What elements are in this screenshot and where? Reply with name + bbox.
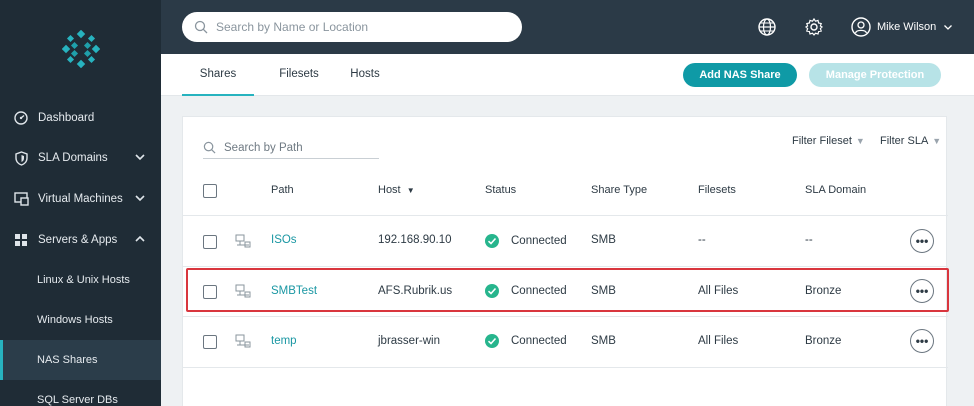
row-share-type: SMB: [591, 335, 616, 347]
sidebar-item-label: Windows Hosts: [37, 314, 113, 326]
globe-icon[interactable]: [757, 17, 777, 37]
row-divider: [183, 367, 948, 368]
path-search[interactable]: [203, 137, 379, 159]
nas-share-icon: [235, 334, 251, 348]
tab-bar: Shares Filesets Hosts Add NAS Share Mana…: [161, 54, 974, 96]
sidebar-item-servers-apps[interactable]: Servers & Apps: [0, 220, 161, 260]
sidebar-item-label: Virtual Machines: [38, 193, 123, 205]
row-more-actions-button[interactable]: •••: [910, 229, 934, 253]
select-all-checkbox[interactable]: [203, 184, 217, 198]
row-filesets: --: [698, 234, 706, 246]
rubrik-logo[interactable]: [62, 30, 100, 68]
avatar: [851, 17, 871, 37]
row-more-actions-button[interactable]: •••: [910, 279, 934, 303]
nas-share-icon: [235, 284, 251, 298]
sidebar-item-label: NAS Shares: [37, 354, 98, 366]
row-status: Connected: [511, 235, 567, 247]
search-icon: [194, 20, 208, 34]
row-path-link[interactable]: SMBTest: [271, 285, 317, 297]
sort-desc-icon: ▼: [406, 186, 415, 195]
sidebar-item-label: Servers & Apps: [38, 234, 118, 246]
column-header-sla-domain[interactable]: SLA Domain: [805, 184, 866, 196]
sidebar-item-dashboard[interactable]: Dashboard: [0, 98, 161, 138]
sidebar-item-virtual-machines[interactable]: Virtual Machines: [0, 179, 161, 219]
connected-status-icon: [485, 234, 499, 248]
tab-filesets[interactable]: Filesets: [264, 54, 334, 96]
search-icon: [203, 141, 216, 154]
connected-status-icon: [485, 284, 499, 298]
shares-table-card: Filter Fileset▼ Filter SLA▼ Path Host ▼ …: [182, 116, 948, 406]
row-share-type: SMB: [591, 285, 616, 297]
gear-icon[interactable]: [804, 17, 824, 37]
tab-hosts[interactable]: Hosts: [338, 54, 392, 96]
column-header-filesets[interactable]: Filesets: [698, 184, 736, 196]
chevron-down-icon[interactable]: [133, 191, 147, 205]
search-input[interactable]: [216, 20, 496, 34]
caret-down-icon: ▼: [932, 136, 942, 146]
sidebar-item-label: Dashboard: [38, 112, 95, 124]
row-status: Connected: [511, 285, 567, 297]
top-bar: Mike Wilson: [161, 0, 974, 54]
row-sla-domain: Bronze: [805, 335, 842, 347]
user-menu[interactable]: Mike Wilson: [851, 15, 954, 39]
row-more-actions-button[interactable]: •••: [910, 329, 934, 353]
row-checkbox[interactable]: [203, 335, 217, 349]
row-host: 192.168.90.10: [378, 234, 452, 246]
row-host: AFS.Rubrik.us: [378, 285, 453, 297]
global-search[interactable]: [182, 12, 522, 42]
column-header-host[interactable]: Host ▼: [378, 184, 415, 196]
sidebar-item-label: SQL Server DBs: [37, 394, 118, 406]
connected-status-icon: [485, 334, 499, 348]
sidebar-item-linux-unix-hosts[interactable]: Linux & Unix Hosts: [0, 260, 161, 300]
sidebar-item-nas-shares[interactable]: NAS Shares: [0, 340, 161, 380]
user-name: Mike Wilson: [877, 21, 937, 33]
virtual-machine-icon: [13, 191, 29, 207]
row-filesets: All Files: [698, 335, 739, 347]
add-nas-share-button[interactable]: Add NAS Share: [683, 63, 797, 87]
chevron-down-icon[interactable]: [133, 150, 147, 164]
filter-fileset-dropdown[interactable]: Filter Fileset ▼: [792, 135, 865, 147]
servers-icon: [13, 232, 29, 248]
chevron-up-icon[interactable]: [133, 232, 147, 246]
row-share-type: SMB: [591, 234, 616, 246]
sidebar: Dashboard SLA Domains Virtual Machines S…: [0, 0, 161, 406]
row-path-link[interactable]: temp: [271, 335, 297, 347]
column-header-host-label: Host: [378, 184, 401, 196]
filter-fileset-label: Filter Fileset: [792, 135, 852, 147]
column-header-path[interactable]: Path: [271, 184, 294, 196]
manage-protection-button[interactable]: Manage Protection: [809, 63, 941, 87]
caret-down-icon: ▼: [855, 136, 865, 146]
row-path-link[interactable]: ISOs: [271, 234, 297, 246]
path-search-input[interactable]: [224, 141, 374, 154]
tab-shares[interactable]: Shares: [182, 54, 254, 96]
sidebar-item-sla-domains[interactable]: SLA Domains: [0, 138, 161, 178]
table-row: temp jbrasser-win Connected SMB All File…: [183, 317, 948, 367]
column-header-status[interactable]: Status: [485, 184, 516, 196]
chevron-down-icon: [944, 25, 953, 30]
table-row: ISOs 192.168.90.10 Connected SMB -- -- •…: [183, 216, 948, 266]
column-header-share-type[interactable]: Share Type: [591, 184, 647, 196]
sidebar-item-sql-server-dbs[interactable]: SQL Server DBs: [0, 380, 161, 406]
sidebar-item-label: Linux & Unix Hosts: [37, 274, 130, 286]
dashboard-icon: [13, 110, 29, 126]
row-sla-domain: Bronze: [805, 285, 842, 297]
row-status: Connected: [511, 335, 567, 347]
sidebar-item-windows-hosts[interactable]: Windows Hosts: [0, 300, 161, 340]
row-checkbox[interactable]: [203, 285, 217, 299]
filter-sla-label: Filter SLA: [880, 135, 929, 147]
row-checkbox[interactable]: [203, 235, 217, 249]
row-host: jbrasser-win: [378, 335, 440, 347]
filter-sla-dropdown[interactable]: Filter SLA ▼: [880, 135, 941, 147]
shield-icon: [13, 150, 29, 166]
sidebar-item-label: SLA Domains: [38, 152, 108, 164]
row-sla-domain: --: [805, 234, 813, 246]
table-row: SMBTest AFS.Rubrik.us Connected SMB All …: [183, 267, 948, 317]
row-filesets: All Files: [698, 285, 739, 297]
nas-share-icon: [235, 234, 251, 248]
